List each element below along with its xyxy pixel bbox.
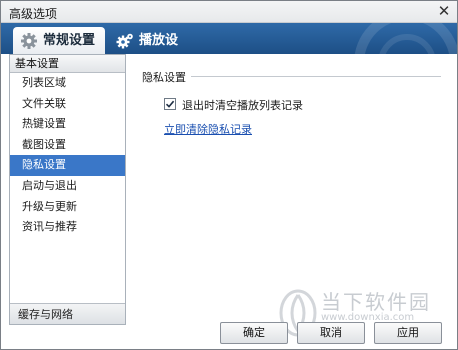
window-title: 高级选项 xyxy=(9,7,58,21)
gear-icon xyxy=(21,33,37,49)
gears-icon xyxy=(116,33,133,49)
sidebar-item-news[interactable]: 资讯与推荐 xyxy=(10,217,125,238)
sidebar-group-cache-network[interactable]: 缓存与网络 xyxy=(10,303,125,324)
sidebar-item-startup-exit[interactable]: 启动与退出 xyxy=(10,176,125,197)
tab-playback-settings[interactable]: 播放设置 xyxy=(109,27,197,54)
privacy-section-title: 隐私设置 xyxy=(142,71,186,84)
sidebar-item-list-area[interactable]: 列表区域 xyxy=(10,73,125,94)
tab-general-label: 常规设置 xyxy=(43,33,96,48)
tab-strip-decoration xyxy=(354,23,457,54)
ok-button[interactable]: 确定 xyxy=(220,322,288,344)
section-divider xyxy=(191,76,441,77)
options-dialog: 高级选项 ✕ 常规设置 播放设 基本设置 列表区域 文件关联 热键设置 截图设置… xyxy=(0,0,458,350)
watermark-text: 当下软件园 xyxy=(321,290,431,314)
title-bar: 高级选项 ✕ xyxy=(1,1,457,23)
sidebar-group-basic[interactable]: 基本设置 xyxy=(10,55,125,73)
checkmark-icon xyxy=(165,100,175,108)
sidebar-item-file-association[interactable]: 文件关联 xyxy=(10,94,125,115)
tab-playback-label: 播放设置 xyxy=(139,33,179,48)
tab-general-settings[interactable]: 常规设置 xyxy=(13,27,105,54)
sidebar-item-screenshot[interactable]: 截图设置 xyxy=(10,135,125,156)
sidebar-item-privacy[interactable]: 隐私设置 xyxy=(10,155,125,176)
tab-strip: 常规设置 播放设置 xyxy=(1,23,457,54)
settings-sidebar: 基本设置 列表区域 文件关联 热键设置 截图设置 隐私设置 启动与退出 升级与更… xyxy=(9,54,126,325)
apply-button[interactable]: 应用 xyxy=(374,322,442,344)
clear-playlist-label[interactable]: 退出时清空播放列表记录 xyxy=(182,97,303,113)
clear-playlist-checkbox[interactable] xyxy=(164,98,176,110)
cancel-button[interactable]: 取消 xyxy=(297,322,365,344)
clear-privacy-link[interactable]: 立即清除隐私记录 xyxy=(164,121,252,137)
sidebar-item-upgrade[interactable]: 升级与更新 xyxy=(10,197,125,218)
sidebar-item-hotkeys[interactable]: 热键设置 xyxy=(10,114,125,135)
close-button[interactable]: ✕ xyxy=(435,3,453,20)
